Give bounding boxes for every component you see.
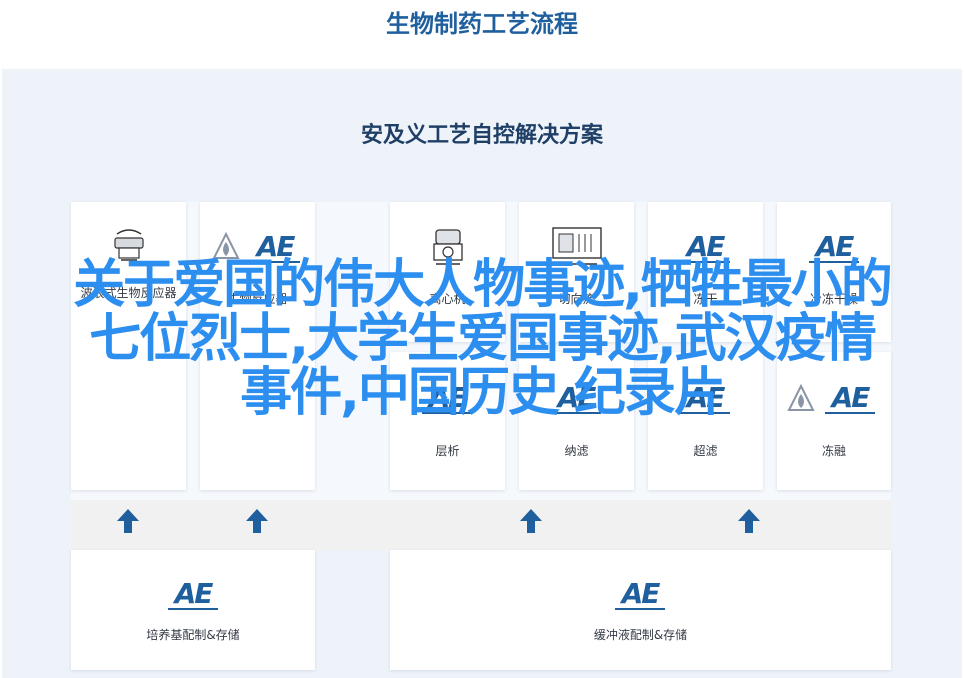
arrow-band xyxy=(71,500,891,550)
diagram-subtitle: 安及义工艺自控解决方案 xyxy=(360,123,603,148)
card-label: 冻融 xyxy=(821,444,846,458)
page-title: 生物制药工艺流程 xyxy=(386,10,578,38)
arrow-up-icon xyxy=(117,509,139,533)
card-label: 纳滤 xyxy=(564,444,589,458)
arrow-up-icon xyxy=(520,509,542,533)
card-label: 培养基配制&存储 xyxy=(146,628,240,642)
ae-logo-icon: AE xyxy=(615,580,665,610)
overlay-line: 事件,中国历史 纪录片 xyxy=(240,363,726,423)
card-media-prep: AE 培养基配制&存储 xyxy=(71,550,315,670)
overlay-line: 七位烈士,大学生爱国事迹,武汉疫情 xyxy=(89,309,877,369)
card-label: 层析 xyxy=(435,444,460,458)
ae-logo-icon: AE xyxy=(168,580,218,610)
card-label: 超滤 xyxy=(693,444,718,458)
card-label: 缓冲液配制&存储 xyxy=(593,628,688,642)
arrow-up-icon xyxy=(738,509,760,533)
arrow-up-icon xyxy=(246,509,268,533)
card-buffer-prep: AE 缓冲液配制&存储 xyxy=(390,550,891,670)
overlay-headline: 关于爱国的伟大人物事迹,牺牲最小的 七位烈士,大学生爱国事迹,武汉疫情 事件,中… xyxy=(20,258,944,420)
overlay-line: 关于爱国的伟大人物事迹,牺牲最小的 xyxy=(73,255,893,315)
